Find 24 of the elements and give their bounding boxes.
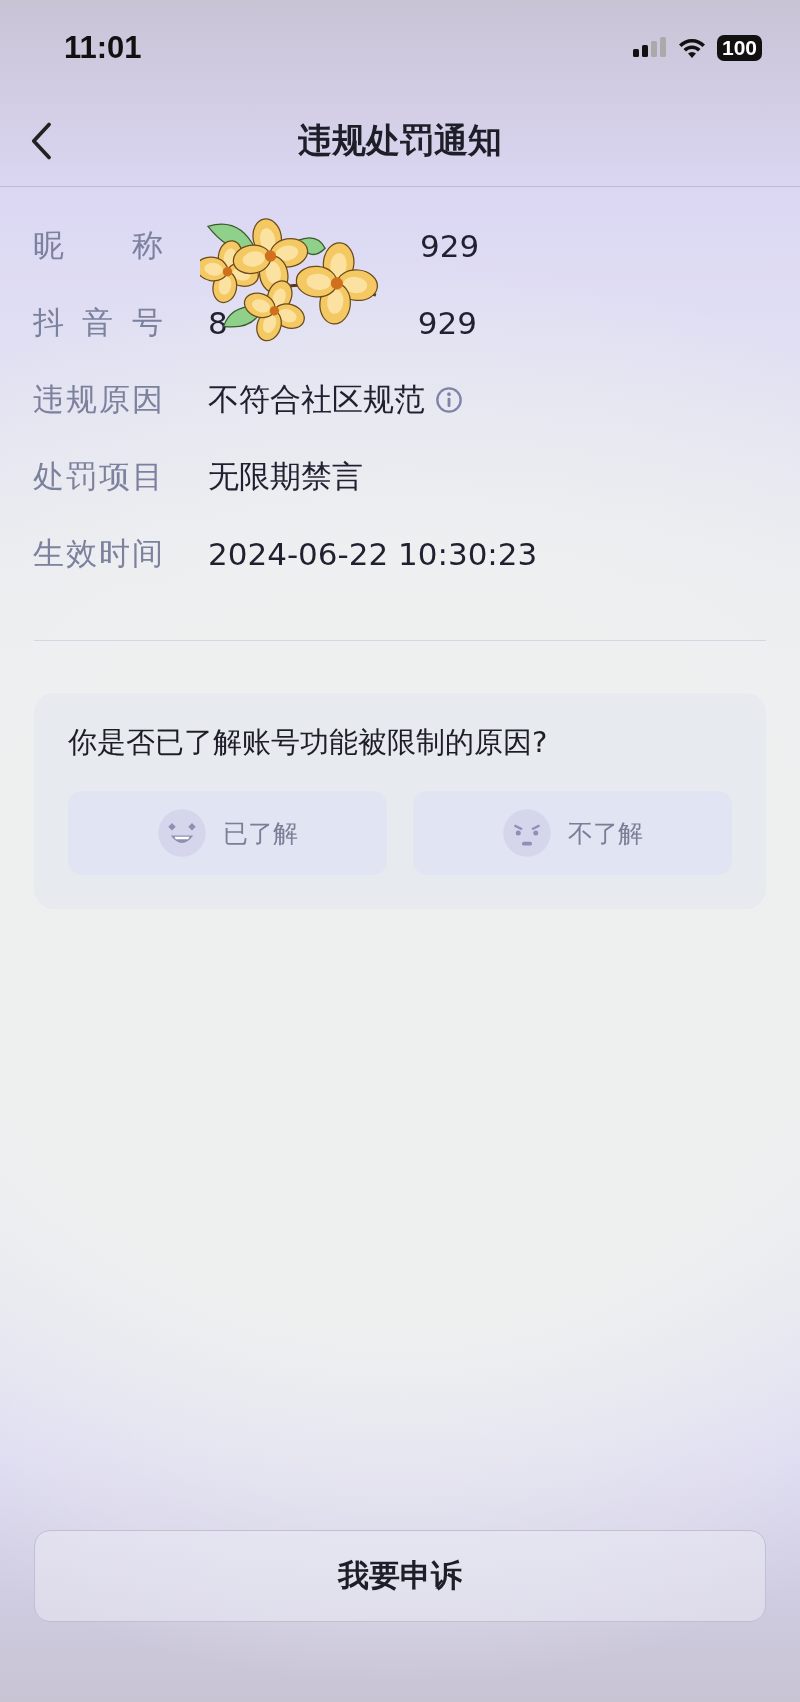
battery-indicator: 100 xyxy=(716,35,762,61)
survey-question: 你是否已了解账号功能被限制的原因? xyxy=(68,724,549,761)
field-value: 929 xyxy=(420,227,480,264)
page-title: 违规处罚通知 xyxy=(297,119,503,162)
info-icon[interactable] xyxy=(435,385,463,414)
field-label: 生效时间 xyxy=(33,533,163,573)
field-value: 2024-06-22 10:30:23 xyxy=(208,535,538,572)
signal-icon xyxy=(632,37,667,59)
appeal-button[interactable]: 我要申诉 xyxy=(34,1530,766,1622)
back-icon[interactable] xyxy=(30,121,54,161)
field-label: 抖 音 号 xyxy=(33,302,163,342)
field-value: 不符合社区规范 xyxy=(208,379,425,419)
answer-button[interactable]: 已了解 xyxy=(68,791,387,875)
field-value: 无限期禁言 xyxy=(208,456,363,496)
answer-button[interactable]: 不了解 xyxy=(413,791,732,875)
field-label: 处罚项目 xyxy=(33,456,163,496)
status-time: 11:01 xyxy=(64,30,142,66)
field-value: 8 xyxy=(208,304,228,341)
smiling-face-icon xyxy=(157,808,207,858)
wifi-icon xyxy=(676,37,707,59)
field-value: 929 xyxy=(417,304,477,341)
field-label: 违规原因 xyxy=(33,379,163,419)
frowning-face-icon xyxy=(502,808,552,858)
field-label: 昵 称 xyxy=(33,225,163,265)
